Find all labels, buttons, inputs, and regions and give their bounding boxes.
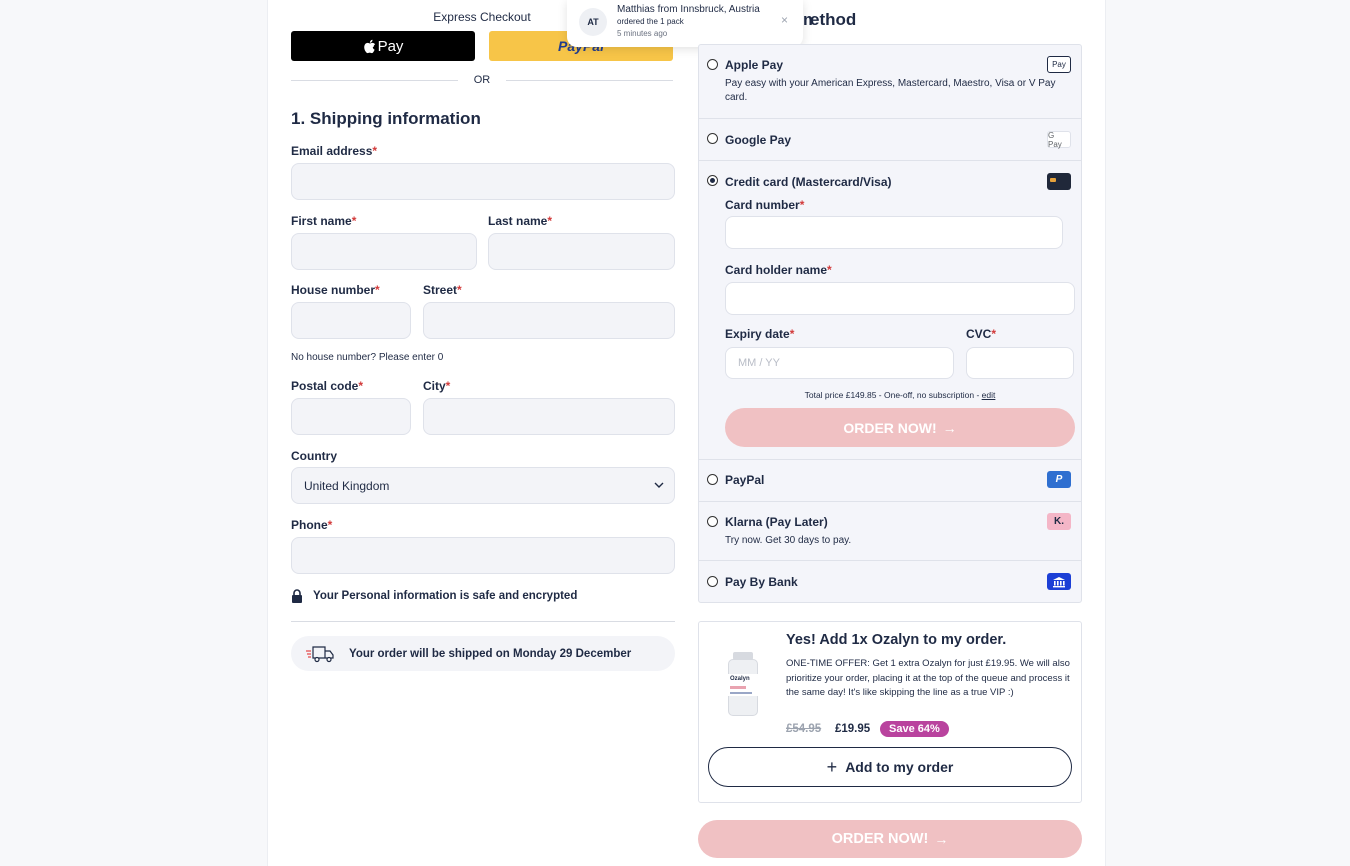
payment-divider — [698, 459, 1082, 460]
paypal-icon: P — [1047, 471, 1071, 488]
or-divider-right — [506, 80, 673, 81]
notification-action: ordered the 1 pack — [617, 17, 684, 26]
card-number-label: Card number* — [725, 198, 805, 212]
section-divider — [291, 621, 675, 622]
total-price-note: Total price £149.85 - One-off, no subscr… — [725, 390, 1075, 400]
apple-pay-radio[interactable] — [707, 59, 718, 70]
lock-icon — [292, 589, 302, 603]
card-holder-field[interactable] — [725, 282, 1075, 315]
order-now-button[interactable]: ORDER NOW! → — [698, 820, 1082, 858]
phone-label: Phone* — [291, 518, 333, 532]
first-name-field[interactable] — [291, 233, 477, 270]
google-pay-icon: G Pay — [1047, 131, 1071, 149]
payment-section-title: ethod — [810, 10, 857, 29]
phone-field[interactable] — [291, 537, 675, 574]
notification-time: 5 minutes ago — [617, 29, 668, 38]
pay-by-bank-option[interactable]: Pay By Bank — [725, 575, 798, 589]
delivery-truck-icon — [306, 645, 334, 662]
order-now-label: ORDER NOW! — [831, 831, 929, 847]
chevron-down-icon — [654, 482, 664, 488]
last-name-field[interactable] — [488, 233, 675, 270]
total-price-text: Total price £149.85 - One-off, no subscr… — [804, 390, 980, 400]
payment-divider — [698, 160, 1082, 161]
first-name-label: First name* — [291, 214, 357, 228]
email-label: Email address* — [291, 144, 378, 158]
klarna-desc: Try now. Get 30 days to pay. — [725, 535, 852, 546]
country-value: United Kingdom — [304, 478, 390, 493]
old-price: £54.95 — [786, 723, 822, 735]
apple-pay-option[interactable]: Apple Pay — [725, 58, 783, 72]
street-field[interactable] — [423, 302, 675, 339]
city-label: City* — [423, 379, 451, 393]
plus-icon: + — [826, 757, 838, 777]
avatar: AT — [579, 8, 607, 36]
apple-pay-label: Pay — [377, 37, 404, 55]
postal-code-label: Postal code* — [291, 379, 364, 393]
last-name-label: Last name* — [488, 214, 553, 228]
paypal-option[interactable]: PayPal — [725, 473, 764, 487]
arrow-right-icon: → — [934, 831, 949, 847]
expiry-date-field[interactable]: MM / YY — [725, 347, 954, 379]
payment-section-title-m: m — [803, 10, 812, 29]
payment-divider — [698, 118, 1082, 119]
country-select[interactable]: United Kingdom — [291, 467, 675, 504]
edit-link[interactable]: edit — [982, 390, 996, 400]
secure-note-text: Your Personal information is safe and en… — [313, 590, 578, 602]
city-field[interactable] — [423, 398, 675, 435]
card-order-now-button[interactable]: ORDER NOW! → — [725, 408, 1075, 447]
card-holder-label: Card holder name* — [725, 263, 832, 277]
bank-icon — [1047, 573, 1071, 590]
arrow-right-icon: → — [942, 419, 957, 436]
avatar-initials: AT — [587, 17, 599, 27]
product-bottle-image: Ozalyn — [727, 652, 759, 716]
cvc-label: CVC* — [966, 327, 997, 341]
card-number-field[interactable] — [725, 216, 1063, 249]
postal-code-field[interactable] — [291, 398, 411, 435]
shipping-date-text: Your order will be shipped on Monday 29 … — [349, 647, 632, 660]
upsell-title: Yes! Add 1x Ozalyn to my order. — [786, 632, 1007, 648]
secure-note: Your Personal information is safe and en… — [291, 589, 577, 603]
pay-by-bank-radio[interactable] — [707, 576, 718, 587]
expiry-date-label: Expiry date* — [725, 327, 795, 341]
or-divider-left — [291, 80, 458, 81]
credit-card-icon — [1047, 173, 1071, 190]
apple-pay-button[interactable]: Pay — [291, 31, 475, 61]
upsell-text: ONE-TIME OFFER: Get 1 extra Ozalyn for j… — [786, 658, 1070, 699]
payment-divider — [698, 501, 1082, 502]
or-label: OR — [473, 74, 491, 86]
country-label: Country — [291, 449, 337, 463]
recent-order-notification: AT Matthias from Innsbruck, Austria orde… — [567, 0, 803, 47]
add-to-order-button[interactable]: + Add to my order — [708, 747, 1072, 787]
cvc-field[interactable] — [966, 347, 1074, 379]
house-number-label: House number* — [291, 283, 380, 297]
apple-icon — [363, 39, 375, 53]
street-label: Street* — [423, 283, 462, 297]
house-number-hint: No house number? Please enter 0 — [291, 352, 444, 363]
shipping-date-banner: Your order will be shipped on Monday 29 … — [291, 636, 675, 671]
upsell-card: Ozalyn Yes! Add 1x Ozalyn to my order. O… — [698, 621, 1082, 803]
credit-card-radio[interactable] — [707, 175, 718, 186]
expiry-placeholder: MM / YY — [738, 357, 780, 369]
klarna-option[interactable]: Klarna (Pay Later) — [725, 515, 828, 529]
save-badge: Save 64% — [880, 721, 949, 737]
shipping-section-title: 1. Shipping information — [291, 109, 481, 128]
apple-pay-desc: Pay easy with your American Express, Mas… — [725, 78, 1056, 103]
klarna-icon: K. — [1047, 513, 1071, 530]
payment-divider — [698, 560, 1082, 561]
google-pay-radio[interactable] — [707, 133, 718, 144]
new-price: £19.95 — [835, 723, 871, 735]
card-order-now-label: ORDER NOW! — [843, 419, 937, 436]
klarna-radio[interactable] — [707, 516, 718, 527]
house-number-field[interactable] — [291, 302, 411, 339]
close-icon[interactable]: × — [781, 13, 788, 27]
apple-pay-icon: Pay — [1047, 56, 1071, 73]
paypal-radio[interactable] — [707, 474, 718, 485]
google-pay-option[interactable]: Google Pay — [725, 133, 791, 147]
bottle-label: Ozalyn — [730, 676, 750, 682]
add-to-order-label: Add to my order — [845, 759, 954, 775]
notification-name: Matthias from Innsbruck, Austria — [617, 4, 760, 15]
credit-card-option[interactable]: Credit card (Mastercard/Visa) — [725, 175, 892, 189]
email-field[interactable] — [291, 163, 675, 200]
